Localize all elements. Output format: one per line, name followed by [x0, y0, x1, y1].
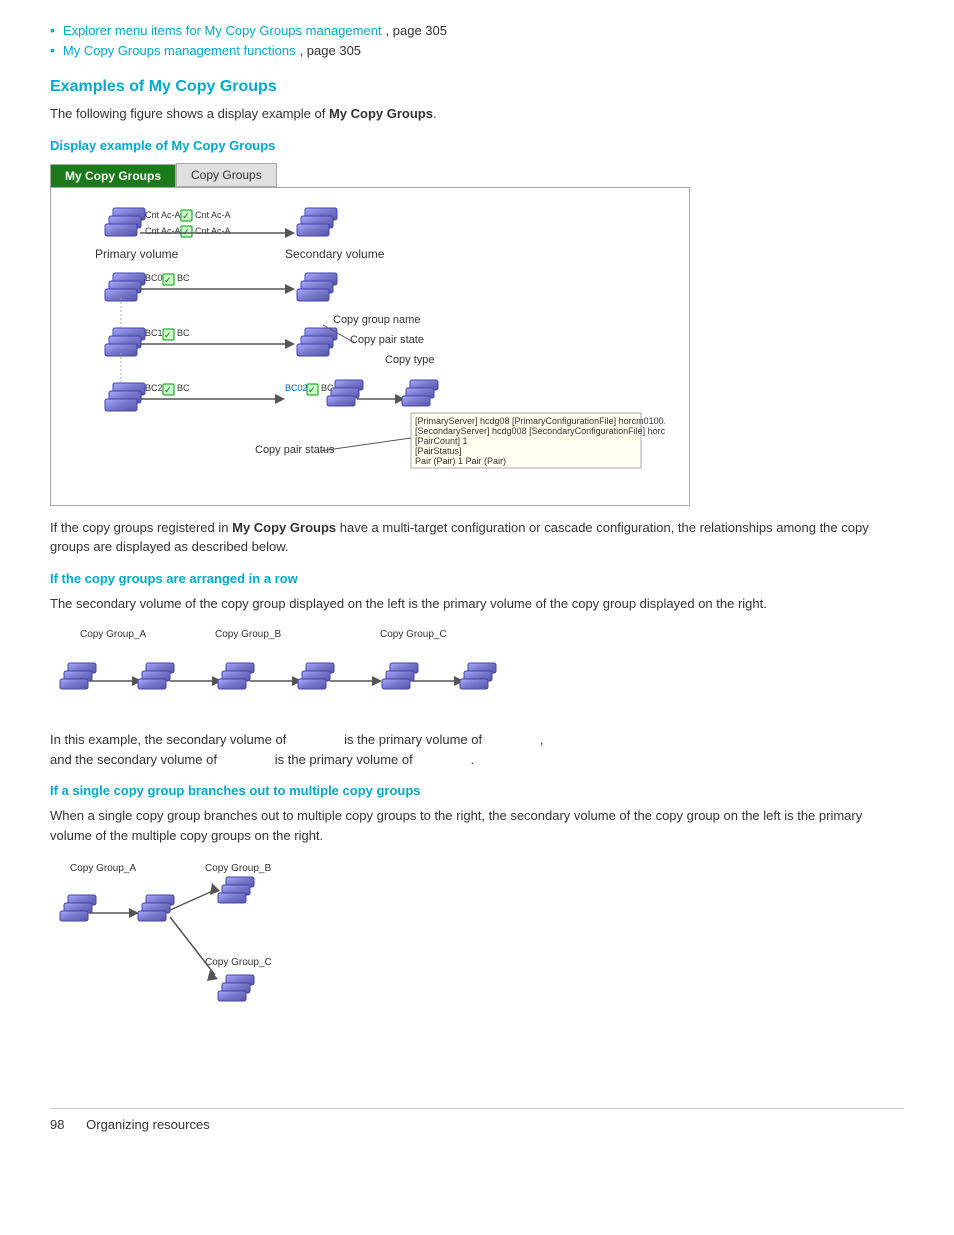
svg-text:Copy Group_A: Copy Group_A: [70, 863, 136, 874]
svg-text:Copy Group_B: Copy Group_B: [215, 629, 281, 640]
body-para2: The secondary volume of the copy group d…: [50, 594, 904, 614]
branch-diagram-area: Copy Group_A Copy Group_B Copy Group_C: [50, 855, 904, 1078]
bullet-list: Explorer menu items for My Copy Groups m…: [50, 20, 904, 60]
svg-text:✓: ✓: [164, 275, 172, 285]
svg-text:BC: BC: [177, 383, 190, 393]
svg-text:[PairCount] 1: [PairCount] 1: [415, 436, 468, 446]
section-intro: The following figure shows a display exa…: [50, 104, 904, 124]
svg-text:✓: ✓: [182, 227, 190, 237]
subsection3-title: If a single copy group branches out to m…: [50, 783, 904, 798]
body-para3: In this example, the secondary volume of…: [50, 730, 904, 769]
svg-text:Copy pair state: Copy pair state: [350, 334, 424, 346]
svg-text:Cnt Ac-A: Cnt Ac-A: [195, 226, 231, 236]
cascade-diagram-area: Copy Group_A Copy Group_B Copy Group_C: [50, 623, 904, 716]
svg-text:Copy Group_A: Copy Group_A: [80, 629, 146, 640]
svg-text:BC: BC: [177, 273, 190, 283]
svg-text:Copy Group_C: Copy Group_C: [380, 629, 447, 640]
body-para4: When a single copy group branches out to…: [50, 806, 904, 845]
svg-text:✓: ✓: [164, 330, 172, 340]
page-ref-2: , page 305: [300, 43, 361, 58]
svg-text:[PairStatus]: [PairStatus]: [415, 446, 462, 456]
svg-text:BC02: BC02: [285, 383, 308, 393]
diagram-panel: Cnt Ac-A01 ✓ Cnt Ac-A Cnt Ac-A01 ✓ Cnt A…: [50, 187, 690, 506]
svg-text:Secondary volume: Secondary volume: [285, 247, 385, 261]
subsection1-title: Display example of My Copy Groups: [50, 138, 904, 153]
page-ref-1: , page 305: [386, 23, 447, 38]
cascade-diagram-svg: Copy Group_A Copy Group_B Copy Group_C: [50, 623, 630, 713]
branch-diagram-svg: Copy Group_A Copy Group_B Copy Group_C: [50, 855, 490, 1075]
link-explorer-menu[interactable]: Explorer menu items for My Copy Groups m…: [63, 23, 382, 38]
svg-text:[PrimaryServer] hcdg08 [Primar: [PrimaryServer] hcdg08 [PrimaryConfigura…: [415, 416, 665, 426]
link-management-functions[interactable]: My Copy Groups management functions: [63, 43, 296, 58]
section-title: Examples of My Copy Groups: [50, 78, 904, 96]
svg-text:✓: ✓: [164, 385, 172, 395]
svg-text:Copy Group_C: Copy Group_C: [205, 957, 272, 968]
svg-text:✓: ✓: [308, 385, 316, 395]
svg-text:BC: BC: [177, 328, 190, 338]
svg-text:[SecondaryServer] hcdg008 [Sec: [SecondaryServer] hcdg008 [SecondaryConf…: [415, 426, 665, 436]
bullet-item-1: Explorer menu items for My Copy Groups m…: [50, 20, 904, 40]
main-diagram-svg: Cnt Ac-A01 ✓ Cnt Ac-A Cnt Ac-A01 ✓ Cnt A…: [65, 198, 665, 488]
svg-text:Copy pair status: Copy pair status: [255, 444, 335, 456]
tab-copy-groups[interactable]: Copy Groups: [176, 163, 277, 187]
bullet-item-2: My Copy Groups management functions , pa…: [50, 40, 904, 60]
page-number: 98: [50, 1117, 64, 1132]
body-para1: If the copy groups registered in My Copy…: [50, 518, 904, 557]
svg-text:Copy Group_B: Copy Group_B: [205, 863, 271, 874]
tab-my-copy-groups[interactable]: My Copy Groups: [50, 164, 176, 187]
svg-text:Cnt Ac-A: Cnt Ac-A: [195, 210, 231, 220]
subsection2-title: If the copy groups are arranged in a row: [50, 571, 904, 586]
footer-section: Organizing resources: [86, 1117, 210, 1132]
tab-bar: My Copy Groups Copy Groups: [50, 163, 904, 187]
svg-text:✓: ✓: [182, 211, 190, 221]
svg-text:Copy type: Copy type: [385, 354, 435, 366]
svg-text:Copy group name: Copy group name: [333, 314, 420, 326]
svg-text:Pair (Pair) 1 Pair (Pair): Pair (Pair) 1 Pair (Pair): [415, 456, 506, 466]
page-footer: 98 Organizing resources: [50, 1108, 904, 1132]
svg-text:Primary volume: Primary volume: [95, 247, 179, 261]
